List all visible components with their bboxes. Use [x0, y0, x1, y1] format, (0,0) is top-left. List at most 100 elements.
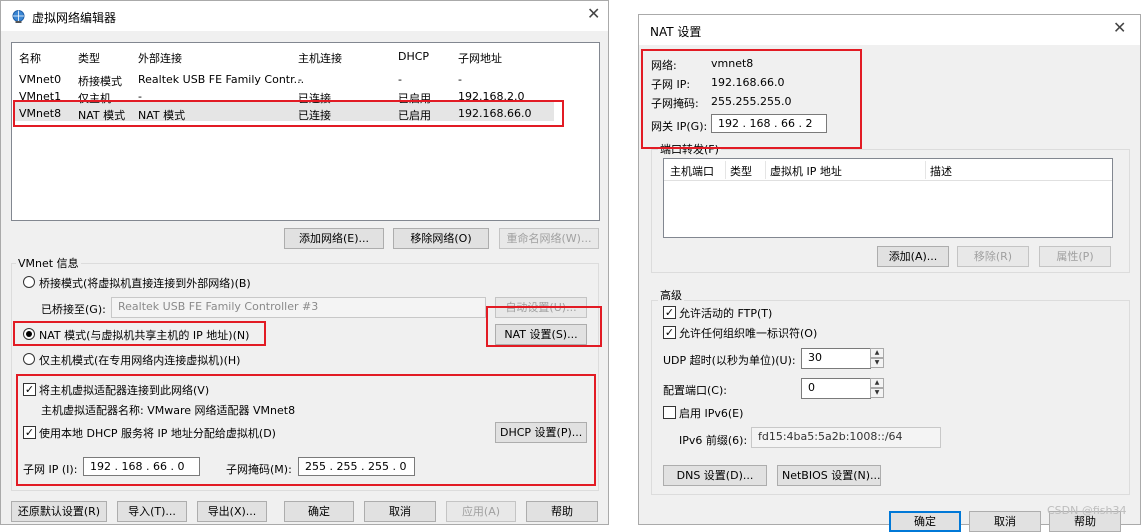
import-button[interactable]: 导入(T)... — [117, 501, 187, 522]
udp-timeout-up-icon[interactable]: ▲ — [870, 348, 884, 358]
network-list-cell: 桥接模式 — [78, 75, 122, 88]
subnet-ip-label: 子网 IP (I): — [23, 463, 78, 476]
network-list-column-header[interactable]: 类型 — [78, 50, 100, 66]
network-list-cell: VMnet0 — [19, 73, 62, 86]
nat-ok-button[interactable]: 确定 — [889, 511, 961, 532]
ipv6-prefix-label: IPv6 前缀(6): — [679, 434, 748, 447]
config-port-input[interactable]: 0 — [801, 378, 871, 399]
network-globe-icon — [12, 10, 25, 23]
network-list-cell: VMnet1 — [19, 90, 62, 103]
pf-column-header[interactable]: 主机端口 — [670, 163, 714, 179]
subnet-ip-input[interactable]: 192 . 168 . 66 . 0 — [83, 457, 200, 476]
pf-remove-button[interactable]: 移除(R) — [957, 246, 1029, 267]
vmnet-info-label: VMnet 信息 — [16, 255, 81, 271]
network-list-cell: 192.168.2.0 — [458, 90, 525, 103]
config-port-up-icon[interactable]: ▲ — [870, 378, 884, 388]
use-dhcp-label[interactable]: 使用本地 DHCP 服务将 IP 地址分配给虚拟机(D) — [39, 425, 276, 441]
udp-timeout-input[interactable]: 30 — [801, 348, 871, 369]
nat-subnet-ip-value: 192.168.66.0 — [711, 76, 785, 89]
enable-ipv6-label[interactable]: 启用 IPv6(E) — [679, 405, 743, 421]
adapter-name-text: 主机虚拟适配器名称: VMware 网络适配器 VMnet8 — [41, 404, 296, 417]
network-label: 网络: — [651, 59, 677, 72]
network-list-column-header[interactable]: 外部连接 — [138, 50, 182, 66]
port-forwarding-list[interactable]: 主机端口 类型 虚拟机 IP 地址 描述 — [663, 158, 1113, 238]
allow-oui-label[interactable]: 允许任何组织唯一标识符(O) — [679, 325, 817, 341]
pf-column-header[interactable]: 描述 — [930, 163, 952, 179]
network-list-column-header[interactable]: DHCP — [398, 50, 429, 63]
export-button[interactable]: 导出(X)... — [197, 501, 267, 522]
enable-ipv6-checkbox[interactable] — [663, 406, 676, 419]
subnet-mask-label: 子网掩码(M): — [226, 463, 292, 476]
network-list-row[interactable]: VMnet1 仅主机... - 已连接 已启用 192.168.2.0 — [12, 88, 599, 105]
nat-mode-radio[interactable] — [23, 328, 35, 340]
use-dhcp-checkbox[interactable]: ✓ — [23, 426, 36, 439]
ipv6-prefix-input[interactable]: fd15:4ba5:5a2b:1008::/64 — [751, 427, 941, 448]
netbios-settings-button[interactable]: NetBIOS 设置(N)... — [777, 465, 881, 486]
network-value: vmnet8 — [711, 57, 754, 70]
network-list-cell: Realtek USB FE Family Contr... — [138, 73, 305, 86]
network-list-cell: 仅主机... — [78, 92, 122, 105]
restore-defaults-button[interactable]: 还原默认设置(R) — [11, 501, 107, 522]
network-list-row[interactable]: VMnet8 NAT 模式 NAT 模式 已连接 已启用 192.168.66.0 — [12, 105, 599, 122]
host-only-radio[interactable] — [23, 353, 35, 365]
virtual-network-editor-window: 虚拟网络编辑器 ✕ 名称 类型 外部连接 主机连接 DHCP 子网地址 VMnet0 桥接模… — [0, 0, 609, 525]
close-icon[interactable]: ✕ — [587, 6, 600, 22]
pf-column-header[interactable]: 虚拟机 IP 地址 — [770, 163, 842, 179]
network-list-cell: VMnet8 — [19, 107, 62, 120]
network-list-column-header[interactable]: 主机连接 — [298, 50, 342, 66]
rename-network-button[interactable]: 重命名网络(W)... — [499, 228, 599, 249]
remove-network-button[interactable]: 移除网络(O) — [393, 228, 489, 249]
udp-timeout-down-icon[interactable]: ▼ — [870, 358, 884, 368]
cancel-button[interactable]: 取消 — [364, 501, 436, 522]
dns-settings-button[interactable]: DNS 设置(D)... — [663, 465, 767, 486]
pf-column-divider — [925, 161, 926, 179]
dhcp-settings-button[interactable]: DHCP 设置(P)... — [495, 422, 587, 443]
pf-add-button[interactable]: 添加(A)... — [877, 246, 949, 267]
add-network-button[interactable]: 添加网络(E)... — [284, 228, 384, 249]
udp-timeout-label: UDP 超时(以秒为单位)(U): — [663, 354, 796, 367]
pf-column-divider — [765, 161, 766, 179]
connect-adapter-label[interactable]: 将主机虚拟适配器连接到此网络(V) — [39, 382, 209, 398]
auto-settings-button[interactable]: 自动设置(U)... — [495, 297, 587, 318]
network-list[interactable]: 名称 类型 外部连接 主机连接 DHCP 子网地址 VMnet0 桥接模式 Realtek U… — [11, 42, 600, 221]
nat-cancel-button[interactable]: 取消 — [969, 511, 1041, 532]
connect-adapter-checkbox[interactable]: ✓ — [23, 383, 36, 396]
ok-button[interactable]: 确定 — [284, 501, 354, 522]
nat-settings-button[interactable]: NAT 设置(S)... — [495, 324, 587, 345]
config-port-down-icon[interactable]: ▼ — [870, 388, 884, 398]
network-list-cell: 已连接 — [298, 109, 331, 122]
network-list-cell: - — [138, 90, 142, 103]
nat-title-bar: NAT 设置 ✕ — [639, 15, 1140, 45]
allow-oui-checkbox[interactable]: ✓ — [663, 326, 676, 339]
network-list-row[interactable]: VMnet0 桥接模式 Realtek USB FE Family Contr...… — [12, 71, 599, 88]
watermark-text: CSDN @fish34 — [1047, 504, 1127, 517]
title-bar: 虚拟网络编辑器 ✕ — [1, 1, 608, 31]
gateway-input[interactable]: 192 . 168 . 66 . 2 — [711, 114, 827, 133]
bridged-mode-radio[interactable] — [23, 276, 35, 288]
bridged-to-select[interactable]: Realtek USB FE Family Controller #3 — [111, 297, 486, 318]
nat-subnet-mask-label: 子网掩码: — [651, 97, 699, 110]
allow-ftp-label[interactable]: 允许活动的 FTP(T) — [679, 305, 772, 321]
nat-close-icon[interactable]: ✕ — [1113, 20, 1126, 36]
pf-properties-button[interactable]: 属性(P) — [1039, 246, 1111, 267]
bridged-mode-label[interactable]: 桥接模式(将虚拟机直接连接到外部网络)(B) — [39, 275, 251, 291]
host-only-label[interactable]: 仅主机模式(在专用网络内连接虚拟机)(H) — [39, 352, 240, 368]
allow-ftp-checkbox[interactable]: ✓ — [663, 306, 676, 319]
network-list-cell: - — [398, 73, 402, 86]
network-list-column-header[interactable]: 名称 — [19, 50, 41, 66]
nat-settings-window: NAT 设置 ✕ 网络: vmnet8 子网 IP: 192.168.66.0 … — [638, 14, 1141, 532]
network-list-column-header[interactable]: 子网地址 — [458, 50, 502, 66]
window-title: 虚拟网络编辑器 — [32, 11, 117, 25]
apply-button[interactable]: 应用(A) — [446, 501, 516, 522]
pf-column-header[interactable]: 类型 — [730, 163, 752, 179]
help-button[interactable]: 帮助 — [526, 501, 598, 522]
network-list-cell: 已连接 — [298, 92, 331, 105]
network-list-cell: 已启用 — [398, 109, 431, 122]
bridged-to-label: 已桥接至(G): — [41, 303, 106, 316]
nat-window-title: NAT 设置 — [650, 25, 702, 39]
network-list-cell: - — [458, 73, 462, 86]
nat-subnet-ip-label: 子网 IP: — [651, 78, 691, 91]
gateway-label: 网关 IP(G): — [651, 120, 708, 133]
nat-mode-label[interactable]: NAT 模式(与虚拟机共享主机的 IP 地址)(N) — [39, 327, 249, 343]
subnet-mask-input[interactable]: 255 . 255 . 255 . 0 — [298, 457, 415, 476]
